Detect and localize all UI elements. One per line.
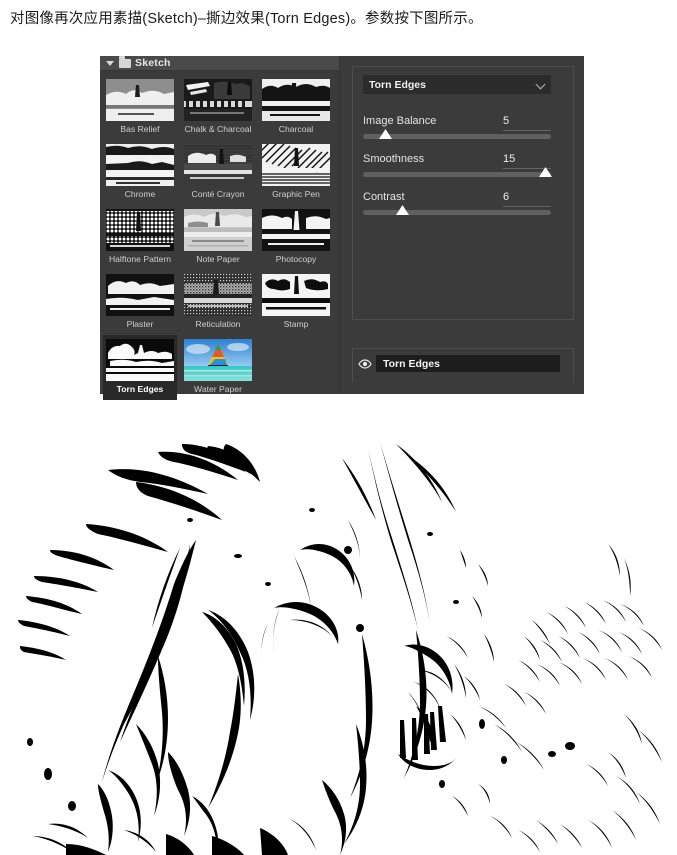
filter-cell-halftone-pattern[interactable]: Halftone Pattern bbox=[103, 205, 177, 270]
filter-cell-stamp[interactable]: Stamp bbox=[259, 270, 333, 335]
slider-thumb-image-balance[interactable] bbox=[379, 129, 393, 139]
artwork-preview bbox=[12, 424, 665, 855]
slider-value: 5 bbox=[503, 115, 510, 127]
slider-thumb-smoothness[interactable] bbox=[538, 167, 552, 177]
slider-label: Smoothness bbox=[363, 153, 425, 165]
filter-cell-chrome[interactable]: Chrome bbox=[103, 140, 177, 205]
artwork-linework bbox=[12, 424, 665, 855]
chevron-down-icon[interactable] bbox=[536, 80, 545, 89]
effect-layer-name: Torn Edges bbox=[383, 357, 440, 370]
filter-thumbnails-pane: Sketch Bas Relief Chalk & Charcoal Charc… bbox=[100, 56, 340, 400]
slider-label: Image Balance bbox=[363, 115, 437, 127]
filter-cell-graphic-pen[interactable]: Graphic Pen bbox=[259, 140, 333, 205]
filter-gallery-window: Sketch Bas Relief Chalk & Charcoal Charc… bbox=[100, 56, 584, 400]
slider-thumb-contrast[interactable] bbox=[395, 205, 409, 215]
filter-thumb-stamp bbox=[262, 274, 330, 316]
slider-value-field[interactable]: 15 bbox=[503, 149, 551, 169]
slider-header: Image Balance 5 bbox=[363, 111, 551, 131]
slider-track-smoothness[interactable] bbox=[363, 167, 552, 177]
slider-track-image-balance[interactable] bbox=[363, 129, 551, 139]
filter-thumbnail-grid: Bas Relief Chalk & Charcoal Charcoal Chr… bbox=[100, 71, 339, 400]
filter-cell-charcoal[interactable]: Charcoal bbox=[259, 75, 333, 140]
filter-controls-pane: Torn Edges Image Balance 5 Smoothness 15… bbox=[341, 56, 584, 394]
filter-thumb-note-paper bbox=[184, 209, 252, 251]
slider-value: 15 bbox=[503, 153, 516, 165]
filter-label: Note Paper bbox=[196, 254, 240, 264]
filter-cell-chalk-and-charcoal[interactable]: Chalk & Charcoal bbox=[181, 75, 255, 140]
filter-settings-box: Torn Edges Image Balance 5 Smoothness 15… bbox=[352, 66, 574, 320]
eye-icon bbox=[358, 358, 372, 369]
effect-layer-row[interactable]: Torn Edges bbox=[354, 355, 560, 372]
filter-cell-water-paper[interactable]: Water Paper bbox=[181, 335, 255, 400]
filter-label: Halftone Pattern bbox=[108, 254, 172, 264]
filter-thumb-halftone-pattern bbox=[106, 209, 174, 251]
filter-thumb-graphic-pen bbox=[262, 144, 330, 186]
slider-value-field[interactable]: 5 bbox=[503, 111, 551, 131]
filter-thumb-photocopy bbox=[262, 209, 330, 251]
filter-cell-photocopy[interactable]: Photocopy bbox=[259, 205, 333, 270]
filter-thumb-bas-relief bbox=[106, 79, 174, 121]
folder-icon bbox=[119, 56, 131, 68]
filter-thumb-torn-edges bbox=[106, 339, 174, 381]
slider-value: 6 bbox=[503, 191, 510, 203]
slider-value-field[interactable]: 6 bbox=[503, 187, 551, 207]
filter-label: Charcoal bbox=[278, 124, 314, 134]
filter-label: Bas Relief bbox=[120, 124, 160, 134]
filter-thumb-reticulation bbox=[184, 274, 252, 316]
filter-cell-note-paper[interactable]: Note Paper bbox=[181, 205, 255, 270]
filter-label: Chrome bbox=[124, 189, 156, 199]
filter-thumb-chrome bbox=[106, 144, 174, 186]
filter-label: Torn Edges bbox=[116, 384, 164, 394]
filter-thumb-charcoal bbox=[262, 79, 330, 121]
slider-group-image-balance: Image Balance 5 bbox=[363, 111, 551, 139]
slider-track-contrast[interactable] bbox=[363, 205, 551, 215]
disclosure-triangle-down-icon[interactable] bbox=[106, 60, 114, 66]
filter-label: Graphic Pen bbox=[272, 189, 320, 199]
filter-label: Conté Crayon bbox=[191, 189, 245, 199]
filter-cell-plaster[interactable]: Plaster bbox=[103, 270, 177, 335]
filter-group-header-sketch[interactable]: Sketch bbox=[100, 56, 339, 71]
filter-thumb-conte-crayon bbox=[184, 144, 252, 186]
filter-label: Reticulation bbox=[195, 319, 241, 329]
slider-label: Contrast bbox=[363, 191, 405, 203]
filter-thumb-plaster bbox=[106, 274, 174, 316]
effect-layer-strip: Torn Edges bbox=[352, 348, 574, 382]
filter-thumb-chalk-and-charcoal bbox=[184, 79, 252, 121]
slider-group-smoothness: Smoothness 15 bbox=[363, 149, 552, 177]
filter-cell-conte-crayon[interactable]: Conté Crayon bbox=[181, 140, 255, 205]
filter-cell-bas-relief[interactable]: Bas Relief bbox=[103, 75, 177, 140]
filter-label: Water Paper bbox=[194, 384, 242, 394]
effect-layer-name-chip[interactable]: Torn Edges bbox=[376, 355, 560, 372]
filter-label: Photocopy bbox=[275, 254, 317, 264]
filter-select-dropdown[interactable]: Torn Edges bbox=[363, 75, 551, 94]
filter-label: Chalk & Charcoal bbox=[184, 124, 252, 134]
filter-select-value: Torn Edges bbox=[369, 78, 426, 91]
filter-cell-reticulation[interactable]: Reticulation bbox=[181, 270, 255, 335]
filter-label: Plaster bbox=[126, 319, 154, 329]
slider-header: Contrast 6 bbox=[363, 187, 551, 207]
filter-label: Stamp bbox=[283, 319, 309, 329]
slider-header: Smoothness 15 bbox=[363, 149, 551, 169]
filter-cell-torn-edges[interactable]: Torn Edges bbox=[103, 335, 177, 400]
slider-group-contrast: Contrast 6 bbox=[363, 187, 551, 215]
page-caption: 对图像再次应用素描(Sketch)–撕边效果(Torn Edges)。参数按下图… bbox=[10, 11, 483, 27]
filter-thumb-water-paper bbox=[184, 339, 252, 381]
layer-visibility-toggle[interactable] bbox=[354, 358, 376, 369]
filter-group-title: Sketch bbox=[135, 57, 171, 69]
